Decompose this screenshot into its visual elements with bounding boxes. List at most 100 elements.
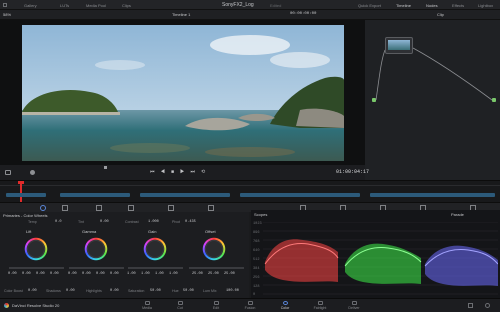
pivot-value[interactable]: 0.435 xyxy=(185,220,196,224)
offset-master-slider[interactable] xyxy=(189,267,244,269)
offset-hue-ring xyxy=(202,237,226,261)
home-icon[interactable] xyxy=(468,303,473,308)
offset-b[interactable]: 25.00 xyxy=(224,272,235,276)
lum-mix-value[interactable]: 100.00 xyxy=(226,289,239,293)
qualifier-icon[interactable] xyxy=(128,205,134,211)
rgb-mixer-icon[interactable] xyxy=(62,205,68,211)
gain-y[interactable]: 1.00 xyxy=(127,272,136,276)
saturation-label: Saturation xyxy=(128,289,145,293)
green-channel-trace xyxy=(345,243,421,284)
gamma-g[interactable]: 0.00 xyxy=(96,272,105,276)
lift-b[interactable]: 0.00 xyxy=(50,272,59,276)
gamma-y[interactable]: 0.00 xyxy=(68,272,77,276)
lightbox-tab[interactable]: Lightbox xyxy=(478,3,493,8)
page-fairlight[interactable]: Fairlight xyxy=(301,299,339,312)
transport-controls[interactable]: ⏮◀■▶⏭⟲ xyxy=(150,169,211,175)
contrast-label: Contrast xyxy=(125,220,139,224)
highlight-tool-icon[interactable] xyxy=(5,170,11,175)
edit-page-icon xyxy=(213,301,219,305)
lift-hue-ring xyxy=(24,237,48,261)
tint-label: Tint xyxy=(78,220,84,224)
page-edit[interactable]: Edit xyxy=(197,299,235,312)
timeline-ruler[interactable] xyxy=(0,181,500,186)
panel-toggle-icon[interactable] xyxy=(3,3,7,7)
curves-icon[interactable] xyxy=(96,205,102,211)
highlights-value[interactable]: 0.00 xyxy=(110,289,119,293)
offset-label: Offset xyxy=(205,229,216,234)
gain-b[interactable]: 1.00 xyxy=(169,272,178,276)
shadows-label: Shadows xyxy=(46,289,61,293)
audio-icon[interactable] xyxy=(30,170,35,175)
tracker-icon[interactable] xyxy=(208,205,214,211)
color-boost-label: Color Boost xyxy=(4,289,23,293)
page-deliver[interactable]: Deliver xyxy=(335,299,373,312)
scope-tick: 640 xyxy=(253,249,260,253)
page-fusion[interactable]: Fusion xyxy=(231,299,269,312)
gain-label: Gain xyxy=(148,229,157,234)
source-timecode: 00:00:00:00 xyxy=(290,12,317,16)
edited-tag: Edited xyxy=(270,3,282,8)
hue-value[interactable]: 50.00 xyxy=(183,289,194,293)
scopes-title: Scopes xyxy=(254,212,268,217)
effects-tab[interactable]: Effects xyxy=(452,3,464,8)
project-title: SonyFX2_Log xyxy=(222,2,254,8)
scope-tick: 128 xyxy=(253,285,260,289)
color-boost-value[interactable]: 0.00 xyxy=(28,289,37,293)
offset-r[interactable]: 25.00 xyxy=(192,272,203,276)
temp-value[interactable]: 0.0 xyxy=(55,220,61,224)
gamma-wheel[interactable] xyxy=(84,237,108,261)
lift-wheel[interactable] xyxy=(24,237,48,261)
tint-value[interactable]: 0.00 xyxy=(100,220,109,224)
settings-gear-icon[interactable] xyxy=(485,303,490,308)
clips-tab[interactable]: Clips xyxy=(122,3,131,8)
contrast-value[interactable]: 1.000 xyxy=(148,220,159,224)
scope-mode-selector[interactable]: Parade xyxy=(451,212,464,217)
playhead[interactable] xyxy=(20,181,22,203)
lift-y[interactable]: 0.00 xyxy=(8,272,17,276)
luts-tab[interactable]: LUTs xyxy=(60,3,69,8)
gain-wheel[interactable] xyxy=(143,237,167,261)
lift-r[interactable]: 0.00 xyxy=(22,272,31,276)
shadows-value[interactable]: 0.00 xyxy=(66,289,75,293)
color-page-icon xyxy=(282,301,288,305)
gain-r[interactable]: 1.00 xyxy=(141,272,150,276)
color-wheels-icon[interactable] xyxy=(40,205,46,211)
red-channel-trace xyxy=(265,239,338,282)
gallery-tab[interactable]: Gallery xyxy=(24,3,37,8)
clip-2[interactable] xyxy=(60,193,130,197)
gain-g[interactable]: 1.00 xyxy=(155,272,164,276)
nodes-tab[interactable]: Nodes xyxy=(426,3,438,8)
offset-g[interactable]: 25.00 xyxy=(208,272,219,276)
lum-mix-label: Lum Mix xyxy=(203,289,217,293)
video-frame[interactable] xyxy=(0,20,365,165)
clip-mode-selector[interactable]: Clip xyxy=(437,12,444,17)
media-pool-tab[interactable]: Media Pool xyxy=(86,3,106,8)
gamma-r[interactable]: 0.00 xyxy=(82,272,91,276)
node-01[interactable] xyxy=(385,37,413,54)
node-graph-panel[interactable] xyxy=(365,20,500,180)
lift-master-slider[interactable] xyxy=(9,267,64,269)
timeline-tab[interactable]: Timeline xyxy=(396,3,411,8)
lift-label: Lift xyxy=(26,229,32,234)
timeline-selector[interactable]: Timeline 1 xyxy=(172,12,190,17)
clip-5[interactable] xyxy=(370,193,495,197)
window-icon[interactable] xyxy=(168,205,174,211)
playhead-handle-icon[interactable] xyxy=(18,181,24,184)
quick-export-tab[interactable]: Quick Export xyxy=(358,3,381,8)
gain-master-slider[interactable] xyxy=(128,267,183,269)
playhead-marker-icon xyxy=(104,166,107,169)
lift-g[interactable]: 0.00 xyxy=(36,272,45,276)
gain-hue-ring xyxy=(143,237,167,261)
gamma-b[interactable]: 0.00 xyxy=(110,272,119,276)
clip-1[interactable] xyxy=(6,193,46,197)
offset-wheel[interactable] xyxy=(202,237,226,261)
zoom-level[interactable]: 58% xyxy=(3,12,11,17)
top-toolbar: Gallery LUTs Media Pool Clips SonyFX2_Lo… xyxy=(0,0,500,10)
gamma-master-slider[interactable] xyxy=(69,267,124,269)
page-color[interactable]: Color xyxy=(266,299,304,312)
clip-3[interactable] xyxy=(140,193,230,197)
saturation-value[interactable]: 50.00 xyxy=(150,289,161,293)
clip-4[interactable] xyxy=(240,193,360,197)
mini-timeline[interactable] xyxy=(0,180,500,203)
page-cut[interactable]: Cut xyxy=(161,299,199,312)
